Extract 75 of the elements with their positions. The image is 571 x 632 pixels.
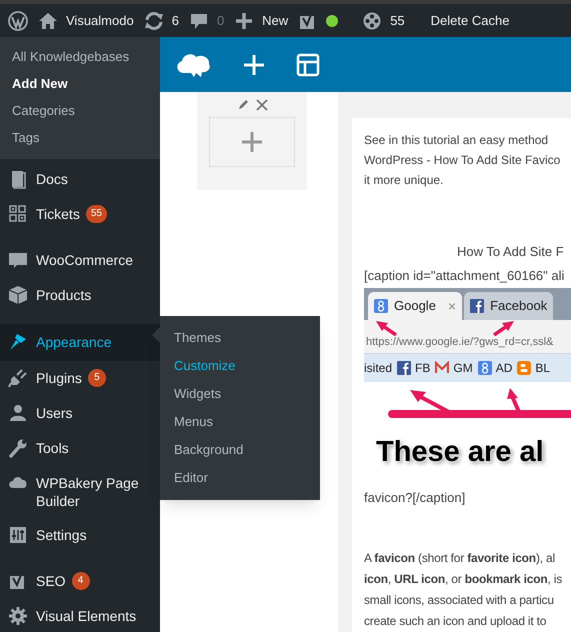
bookmark-link[interactable]: FB [415, 359, 430, 377]
paragraph-line: See in this tutorial an easy method [364, 132, 550, 149]
annotation-arrow [492, 320, 516, 336]
paragraph-line: WordPress - How To Add Site Favico [364, 152, 562, 169]
plus-icon[interactable] [234, 10, 254, 30]
browser-tab[interactable]: Google × [368, 292, 462, 320]
wrench-icon [8, 438, 28, 458]
grid-icon [8, 204, 28, 224]
submenu-item[interactable]: Categories [0, 97, 160, 124]
bookmark-link[interactable]: GM [453, 359, 473, 377]
menu-item[interactable]: SEO 4 [0, 564, 160, 599]
annotation-arrow [374, 320, 398, 336]
google-icon [478, 361, 492, 375]
close-icon[interactable] [256, 98, 268, 110]
menu-item[interactable]: Appearance [0, 324, 160, 361]
paragraph-line: it more unique. [364, 172, 444, 189]
blogger-icon [517, 361, 532, 375]
shortcode-line: [caption id="attachment_60166" ali [364, 267, 566, 285]
submenu-item[interactable]: All Knowledgebases [0, 43, 160, 70]
paragraph-line: A favicon (short for favorite icon), al [364, 550, 556, 567]
count-badge: 5 [88, 369, 106, 387]
layout-icon[interactable] [296, 52, 320, 76]
menu-item[interactable]: Plugins 5 [0, 361, 160, 396]
speech-bubble-icon [8, 250, 28, 270]
menu-item[interactable]: Settings [0, 518, 160, 553]
pencil-icon[interactable] [236, 98, 250, 111]
submenu-item[interactable]: Add New [0, 70, 160, 97]
home-icon[interactable] [38, 10, 58, 30]
shortcode-line: favicon?[/caption] [364, 489, 466, 507]
google-icon [374, 299, 388, 313]
refresh-icon[interactable] [144, 10, 164, 30]
flyout-item[interactable]: Customize [160, 352, 320, 380]
bookmark-link[interactable]: isited [364, 359, 392, 377]
menu-item[interactable]: Users [0, 396, 160, 431]
menu-item[interactable]: Tools [0, 431, 160, 466]
facebook-icon [397, 361, 412, 375]
flyout-item[interactable]: Widgets [160, 380, 320, 408]
submenu-item[interactable]: Tags [0, 124, 160, 151]
menu-item[interactable]: WooCommerce [0, 243, 160, 278]
box-icon [8, 285, 28, 305]
plug-icon [8, 368, 28, 388]
centered-heading-line: How To Add Site F [456, 243, 565, 261]
flyout-item[interactable]: Editor [160, 464, 320, 492]
sliders-icon [8, 525, 28, 545]
paragraph-line: create such an icon and upload it to [364, 613, 548, 630]
count-badge: 4 [72, 572, 90, 590]
flyout-item[interactable]: Background [160, 436, 320, 464]
wordpress-logo-icon[interactable] [8, 10, 28, 30]
site-name-link[interactable]: Visualmodo [66, 10, 134, 30]
toolbar-label[interactable]: 55 [390, 10, 405, 30]
bookmark-link[interactable]: BL [535, 359, 550, 377]
paragraph-line: icon, URL icon, or bookmark icon, is [364, 571, 564, 588]
bookmark-link[interactable]: AD [496, 359, 512, 377]
menu-item[interactable]: WPBakery Page Builder [0, 466, 160, 518]
user-icon [8, 403, 28, 423]
menu-item[interactable]: Visual Elements [0, 599, 160, 632]
count-badge: 55 [86, 205, 107, 223]
menu-item[interactable]: Docs [0, 162, 160, 197]
flyout-item[interactable]: Themes [160, 324, 320, 352]
facebook-icon [470, 299, 484, 313]
plus-icon [241, 131, 263, 153]
film-reel-icon[interactable] [362, 10, 382, 30]
menu-item[interactable]: Products [0, 278, 160, 313]
toolbar-label[interactable]: New [262, 10, 288, 30]
settings-icon [8, 606, 28, 626]
delete-cache-link[interactable]: Delete Cache [430, 10, 510, 30]
toolbar-label[interactable]: 6 [172, 10, 179, 30]
brush-icon [8, 332, 28, 352]
add-element-button[interactable] [209, 117, 295, 167]
browser-tab[interactable]: Facebook [464, 292, 554, 320]
menu-item[interactable]: Tickets 55 [0, 197, 160, 232]
paragraph-line: small icons, associated with a particu [364, 592, 555, 609]
flyout-item[interactable]: Menus [160, 408, 320, 436]
mail-icon [435, 361, 450, 375]
annotation-heading: These are al [375, 435, 545, 470]
